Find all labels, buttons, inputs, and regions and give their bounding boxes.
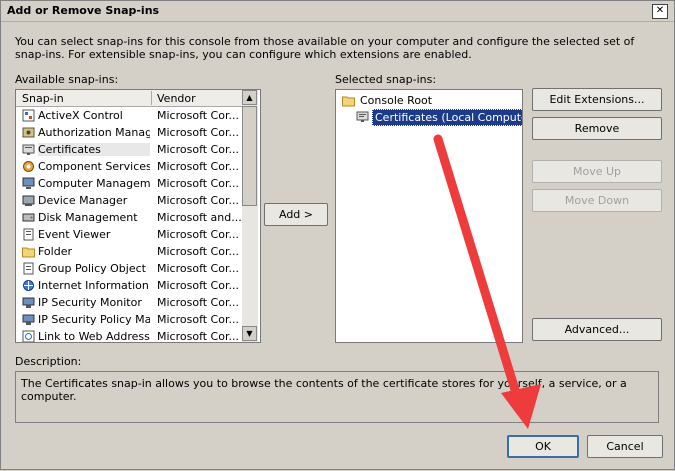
snapin-vendor: Microsoft Cor... bbox=[157, 245, 239, 258]
snapin-name: IP Security Monitor bbox=[38, 296, 142, 309]
snapin-name: IP Security Policy Ma... bbox=[38, 313, 150, 326]
intro-text: You can select snap-ins for this console… bbox=[15, 35, 635, 61]
snapin-vendor: Microsoft Cor... bbox=[157, 279, 239, 292]
certificate-icon bbox=[356, 111, 369, 122]
move-down-button[interactable]: Move Down bbox=[532, 189, 662, 212]
list-item[interactable]: Internet Information... Microsoft Cor... bbox=[16, 277, 242, 294]
scroll-thumb[interactable] bbox=[242, 106, 257, 206]
close-button[interactable]: ✕ bbox=[652, 4, 668, 19]
list-item[interactable]: Device Manager Microsoft Cor... bbox=[16, 192, 242, 209]
snapin-vendor: Microsoft Cor... bbox=[157, 126, 239, 139]
list-item[interactable]: Computer Managem... Microsoft Cor... bbox=[16, 175, 242, 192]
list-header: Snap-in Vendor bbox=[16, 90, 242, 107]
tree-node-label: Certificates (Local Computer) bbox=[372, 109, 522, 126]
computer-icon bbox=[22, 177, 35, 189]
snapin-vendor: Microsoft Cor... bbox=[157, 313, 239, 326]
iis-icon bbox=[23, 280, 34, 291]
add-button[interactable]: Add > bbox=[264, 203, 328, 226]
snapin-vendor: Microsoft Cor... bbox=[157, 143, 239, 156]
list-item[interactable]: Authorization Manager Microsoft Cor... bbox=[16, 124, 242, 141]
list-scrollbar[interactable]: ▲ ▼ bbox=[242, 90, 258, 342]
header-divider[interactable] bbox=[151, 91, 152, 105]
advanced-button[interactable]: Advanced... bbox=[532, 318, 662, 341]
move-up-button[interactable]: Move Up bbox=[532, 160, 662, 183]
description-box: The Certificates snap-in allows you to b… bbox=[15, 371, 659, 423]
snapin-vendor: Microsoft Cor... bbox=[157, 296, 239, 309]
folder-icon bbox=[342, 96, 355, 107]
list-item[interactable]: Link to Web Address Microsoft Cor... bbox=[16, 328, 242, 343]
list-item[interactable]: ActiveX Control Microsoft Cor... bbox=[16, 107, 242, 124]
description-text: The Certificates snap-in allows you to b… bbox=[21, 377, 627, 403]
scroll-up-icon[interactable]: ▲ bbox=[242, 90, 257, 105]
list-item[interactable]: Folder Microsoft Cor... bbox=[16, 243, 242, 260]
available-label: Available snap-ins: bbox=[15, 73, 119, 86]
link-icon bbox=[22, 330, 35, 342]
snapin-vendor: Microsoft Cor... bbox=[157, 228, 239, 241]
snapin-name: Group Policy Object ... bbox=[38, 262, 150, 275]
policy-icon bbox=[23, 262, 34, 275]
list-item[interactable]: IP Security Monitor Microsoft Cor... bbox=[16, 294, 242, 311]
available-snapins-list[interactable]: Snap-in Vendor ActiveX Control Microsoft … bbox=[15, 89, 261, 343]
snapin-vendor: Microsoft Cor... bbox=[157, 262, 239, 275]
column-header-snapin[interactable]: Snap-in bbox=[22, 92, 64, 105]
selected-label: Selected snap-ins: bbox=[335, 73, 437, 86]
snapin-vendor: Microsoft Cor... bbox=[157, 330, 239, 343]
ipsec-icon bbox=[22, 314, 35, 325]
list-item[interactable]: Disk Management Microsoft and... bbox=[16, 209, 242, 226]
snapin-vendor: Microsoft Cor... bbox=[157, 194, 239, 207]
snapin-vendor: Microsoft Cor... bbox=[157, 109, 239, 122]
snapin-name: Event Viewer bbox=[38, 228, 111, 241]
snapin-vendor: Microsoft Cor... bbox=[157, 160, 239, 173]
folder-icon bbox=[22, 247, 35, 258]
activex-icon bbox=[22, 109, 35, 122]
device-icon bbox=[22, 195, 35, 206]
snapin-name: Authorization Manager bbox=[38, 126, 150, 139]
snapin-name: Component Services bbox=[38, 160, 150, 173]
tree-node-label: Console Root bbox=[360, 94, 433, 107]
list-item[interactable]: Event Viewer Microsoft Cor... bbox=[16, 226, 242, 243]
list-item[interactable]: Certificates Microsoft Cor... bbox=[16, 141, 242, 158]
snapin-vendor: Microsoft and... bbox=[157, 211, 241, 224]
cancel-button[interactable]: Cancel bbox=[587, 435, 663, 458]
snapin-name: Disk Management bbox=[38, 211, 138, 224]
remove-button[interactable]: Remove bbox=[532, 117, 662, 140]
scroll-down-icon[interactable]: ▼ bbox=[242, 326, 257, 341]
ok-button[interactable]: OK bbox=[507, 435, 579, 458]
list-item[interactable]: Component Services Microsoft Cor... bbox=[16, 158, 242, 175]
snapin-rows: ActiveX Control Microsoft Cor... Authoriza… bbox=[16, 107, 242, 343]
snapin-name: Folder bbox=[38, 245, 72, 258]
component-icon bbox=[23, 161, 34, 172]
certificate-icon bbox=[22, 144, 35, 155]
snapin-dialog: Add or Remove Snap-ins ✕ You can select … bbox=[0, 0, 675, 470]
edit-extensions-button[interactable]: Edit Extensions... bbox=[532, 88, 662, 111]
snapin-name: Internet Information... bbox=[38, 279, 150, 292]
title-bar[interactable]: Add or Remove Snap-ins ✕ bbox=[1, 1, 674, 22]
ipsec-icon bbox=[22, 297, 35, 308]
authorization-icon bbox=[22, 127, 35, 138]
disk-icon bbox=[22, 213, 35, 222]
list-item[interactable]: IP Security Policy Ma... Microsoft Cor... bbox=[16, 311, 242, 328]
event-icon bbox=[23, 228, 34, 241]
snapin-name: Computer Managem... bbox=[38, 177, 150, 190]
snapin-name: Link to Web Address bbox=[38, 330, 150, 343]
snapin-name: Certificates bbox=[38, 143, 150, 156]
description-label: Description: bbox=[15, 355, 82, 368]
snapin-name: ActiveX Control bbox=[38, 109, 123, 122]
selected-snapins-tree[interactable]: Console Root Certificates (Local Compute… bbox=[335, 89, 523, 343]
column-header-vendor[interactable]: Vendor bbox=[157, 92, 196, 105]
snapin-vendor: Microsoft Cor... bbox=[157, 177, 239, 190]
snapin-name: Device Manager bbox=[38, 194, 128, 207]
list-item[interactable]: Group Policy Object ... Microsoft Cor... bbox=[16, 260, 242, 277]
window-title: Add or Remove Snap-ins bbox=[7, 4, 160, 17]
